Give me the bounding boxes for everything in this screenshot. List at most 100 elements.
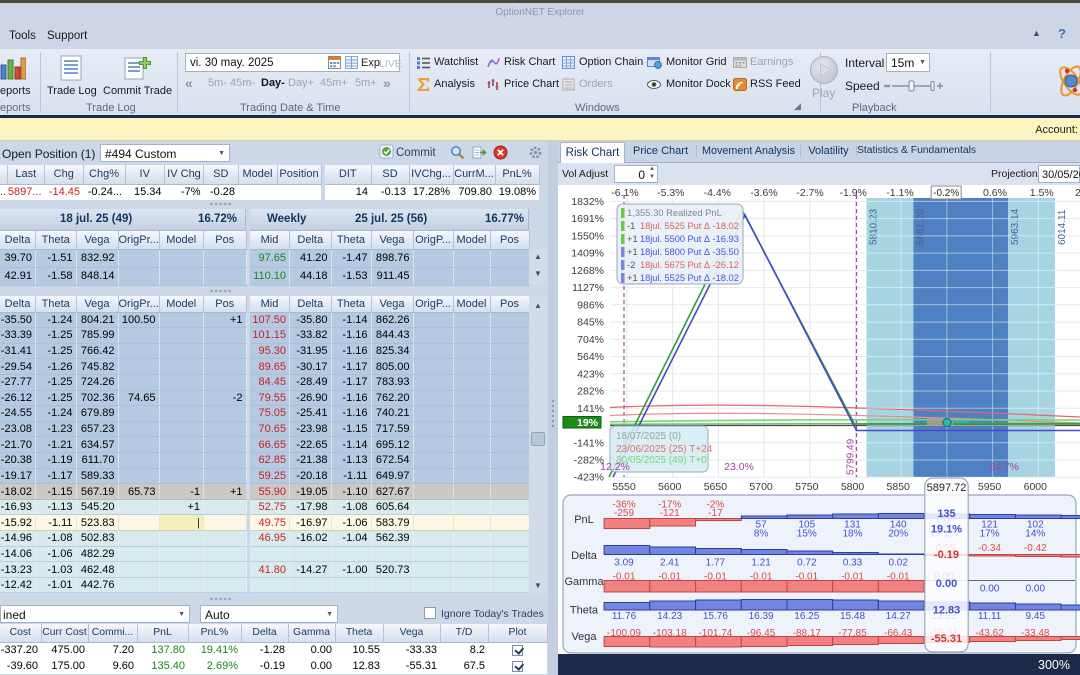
- svg-text:0.00: 0.00: [980, 584, 1000, 595]
- svg-text:5810.23: 5810.23: [869, 208, 880, 245]
- svg-text:20%: 20%: [888, 529, 908, 540]
- svg-text:423%: 423%: [577, 368, 604, 380]
- svg-text:1691%: 1691%: [571, 213, 604, 225]
- svg-text:-0.01: -0.01: [750, 572, 773, 583]
- svg-text:PnL: PnL: [574, 514, 594, 526]
- svg-text:12.83: 12.83: [933, 605, 961, 617]
- svg-text:23.0%: 23.0%: [724, 461, 754, 473]
- svg-text:1550%: 1550%: [571, 230, 604, 242]
- svg-text:18jul. 5525 Put Δ: 18jul. 5525 Put Δ: [640, 273, 710, 283]
- svg-text:8%: 8%: [754, 529, 769, 540]
- svg-text:-66.43: -66.43: [884, 628, 913, 639]
- svg-text:-55.31: -55.31: [931, 633, 962, 645]
- svg-text:5700: 5700: [749, 481, 773, 493]
- svg-text:-35.50: -35.50: [712, 246, 739, 257]
- svg-text:1.77: 1.77: [706, 558, 726, 569]
- svg-text:2.4%: 2.4%: [1075, 187, 1080, 199]
- svg-text:0.72: 0.72: [797, 558, 817, 569]
- svg-text:0.02: 0.02: [888, 558, 908, 569]
- svg-text:0.00: 0.00: [936, 578, 957, 590]
- svg-text:5799.49: 5799.49: [846, 438, 857, 475]
- svg-text:5800: 5800: [841, 481, 865, 493]
- svg-text:Theta: Theta: [570, 605, 599, 617]
- svg-text:18jul. 5800 Put Δ: 18jul. 5800 Put Δ: [640, 247, 710, 257]
- svg-text:5897.72: 5897.72: [927, 482, 967, 494]
- svg-text:-2.7%: -2.7%: [796, 187, 823, 199]
- svg-text:-259: -259: [614, 508, 634, 519]
- svg-text:-101.74: -101.74: [698, 628, 732, 639]
- svg-text:1268%: 1268%: [571, 265, 604, 277]
- svg-text:-0.01: -0.01: [658, 572, 681, 583]
- svg-text:6000: 6000: [1024, 481, 1048, 493]
- svg-text:-77.85: -77.85: [838, 628, 867, 639]
- svg-text:-0.01: -0.01: [887, 572, 910, 583]
- svg-text:Gamma: Gamma: [564, 576, 604, 588]
- svg-text:-0.01: -0.01: [841, 572, 864, 583]
- svg-text:-0.01: -0.01: [613, 572, 636, 583]
- svg-text:-2: -2: [627, 259, 635, 270]
- svg-text:-121: -121: [660, 508, 680, 519]
- svg-text:-5.3%: -5.3%: [657, 187, 684, 199]
- svg-text:14.27: 14.27: [886, 611, 911, 622]
- svg-text:Delta: Delta: [571, 550, 598, 562]
- svg-text:1.5%: 1.5%: [1030, 187, 1054, 199]
- svg-text:564%: 564%: [577, 351, 604, 363]
- svg-text:-141%: -141%: [574, 437, 604, 449]
- svg-text:-88.17: -88.17: [793, 628, 822, 639]
- svg-text:1.21: 1.21: [751, 558, 771, 569]
- svg-text:5950: 5950: [978, 481, 1002, 493]
- svg-text:+1: +1: [627, 233, 638, 244]
- svg-text:3.09: 3.09: [614, 558, 634, 569]
- svg-text:18jul. 5500 Put Δ: 18jul. 5500 Put Δ: [640, 234, 710, 244]
- svg-text:-3.6%: -3.6%: [750, 187, 777, 199]
- svg-text:0.33: 0.33: [843, 558, 863, 569]
- svg-text:-0.19: -0.19: [934, 549, 959, 561]
- svg-text:-16.93: -16.93: [712, 233, 739, 244]
- svg-text:23/06/2025 (25) T+24: 23/06/2025 (25) T+24: [616, 444, 713, 455]
- svg-text:-1.9%: -1.9%: [839, 187, 866, 199]
- svg-text:15%: 15%: [797, 529, 817, 540]
- svg-text:-1: -1: [627, 220, 635, 231]
- svg-text:5550: 5550: [612, 481, 636, 493]
- svg-text:-43.62: -43.62: [975, 628, 1004, 639]
- svg-text:-4.4%: -4.4%: [704, 187, 731, 199]
- svg-text:5850: 5850: [887, 481, 911, 493]
- svg-text:19.1%: 19.1%: [931, 524, 962, 536]
- svg-text:5861.20: 5861.20: [915, 208, 926, 245]
- svg-text:64.7%: 64.7%: [989, 461, 1019, 473]
- svg-text:-100.09: -100.09: [607, 628, 641, 639]
- svg-text:2.41: 2.41: [660, 558, 680, 569]
- svg-text:-33.48: -33.48: [1021, 628, 1050, 639]
- svg-text:-1.1%: -1.1%: [886, 187, 913, 199]
- svg-text:15.48: 15.48: [840, 611, 865, 622]
- svg-text:-18.02: -18.02: [712, 272, 739, 283]
- svg-text:-0.01: -0.01: [704, 572, 727, 583]
- svg-text:-0.01: -0.01: [795, 572, 818, 583]
- svg-text:11.11: 11.11: [978, 611, 1002, 622]
- svg-text:11.76: 11.76: [612, 611, 637, 622]
- svg-text:986%: 986%: [577, 299, 604, 311]
- svg-text:18jul. 5525 Put Δ: 18jul. 5525 Put Δ: [640, 221, 710, 231]
- svg-text:9.45: 9.45: [1026, 611, 1046, 622]
- svg-text:-18.02: -18.02: [712, 220, 739, 231]
- svg-text:0.00: 0.00: [1026, 584, 1046, 595]
- svg-text:5963.14: 5963.14: [1010, 208, 1021, 245]
- svg-text:-96.45: -96.45: [747, 628, 776, 639]
- svg-text:15.76: 15.76: [703, 611, 728, 622]
- svg-text:18%: 18%: [842, 529, 862, 540]
- svg-text:-17: -17: [708, 508, 723, 519]
- svg-text:16.25: 16.25: [794, 611, 819, 622]
- svg-text:1832%: 1832%: [571, 196, 604, 208]
- svg-text:18/07/2025 (0): 18/07/2025 (0): [616, 431, 681, 442]
- svg-text:-423%: -423%: [574, 472, 604, 484]
- svg-text:19%: 19%: [577, 417, 599, 429]
- svg-text:300%: 300%: [1038, 658, 1070, 672]
- svg-text:Vega: Vega: [571, 631, 597, 643]
- svg-text:17%: 17%: [980, 529, 1000, 540]
- svg-text:845%: 845%: [577, 317, 604, 329]
- svg-text:-103.18: -103.18: [653, 628, 687, 639]
- svg-text:+1: +1: [627, 272, 638, 283]
- svg-text:1409%: 1409%: [571, 248, 604, 260]
- svg-text:14%: 14%: [1025, 529, 1045, 540]
- svg-text:+1: +1: [627, 246, 638, 257]
